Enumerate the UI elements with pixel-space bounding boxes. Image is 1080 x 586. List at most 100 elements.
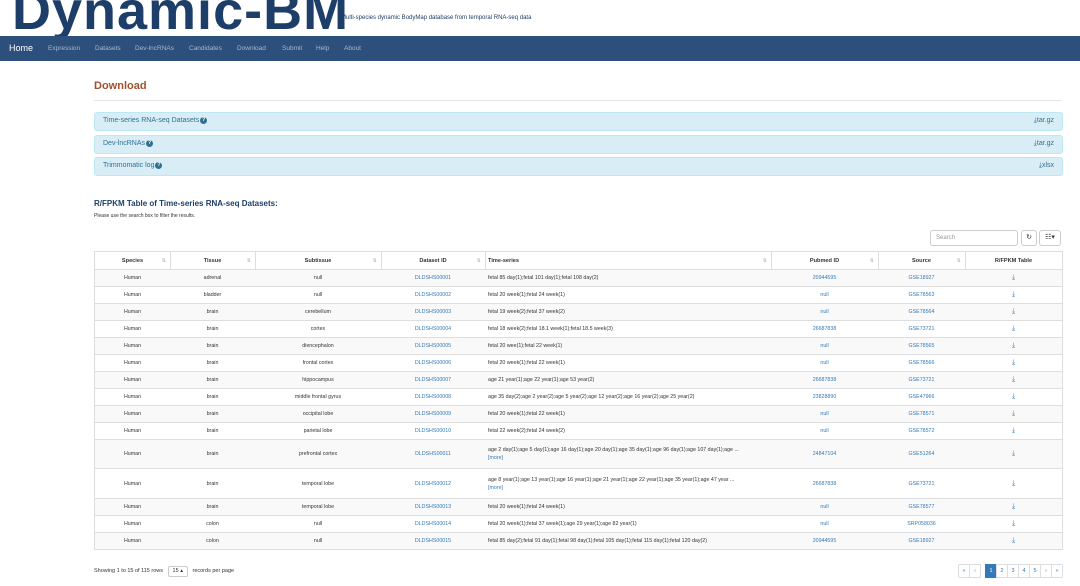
source-link[interactable]: GSE47966 — [909, 394, 935, 400]
source-link[interactable]: GSE51264 — [909, 451, 935, 457]
column-header-pubmed-id[interactable]: Pubmed ID ⇅ — [771, 252, 878, 269]
nav-download[interactable]: Download — [237, 36, 266, 61]
page-prev-button[interactable]: ‹ — [969, 564, 981, 578]
pubmed-id-link[interactable]: null — [820, 309, 828, 315]
download-tar-gz-link[interactable]: ⤓tar.gz — [1034, 117, 1054, 125]
download-icon[interactable]: ⤓ — [1012, 450, 1015, 458]
dataset-id-link[interactable]: DLDSHS00005 — [415, 343, 451, 349]
pubmed-id-link[interactable]: 26687838 — [813, 326, 837, 332]
source-link[interactable]: GSE73721 — [909, 377, 935, 383]
download-icon[interactable]: ⤓ — [1012, 393, 1015, 401]
download-panel-dev-lncrnas[interactable]: Dev-lncRNAs? ⤓tar.gz — [94, 135, 1063, 154]
nav-dev-lncrnas[interactable]: Dev-lncRNAs — [135, 36, 174, 61]
download-icon[interactable]: ⤓ — [1012, 376, 1015, 384]
search-input[interactable]: Search — [930, 230, 1018, 246]
dataset-id-link[interactable]: DLDSHS00003 — [415, 309, 451, 315]
download-icon[interactable]: ⤓ — [1012, 427, 1015, 435]
pubmed-id-link[interactable]: null — [820, 411, 828, 417]
refresh-button[interactable]: ↻ — [1021, 230, 1037, 246]
download-xlsx-link[interactable]: ⤓xlsx — [1039, 162, 1054, 170]
dataset-id-link[interactable]: DLDSHS00012 — [415, 481, 451, 487]
download-icon[interactable]: ⤓ — [1012, 325, 1015, 333]
source-link[interactable]: GSE73721 — [909, 481, 935, 487]
source-link[interactable]: GSE78577 — [909, 504, 935, 510]
pubmed-id-link[interactable]: null — [820, 521, 828, 527]
download-icon[interactable]: ⤓ — [1012, 359, 1015, 367]
dataset-id-link[interactable]: DLDSHS00014 — [415, 521, 451, 527]
cell-download: ⤓ — [965, 389, 1062, 405]
pubmed-id-link[interactable]: 23828890 — [813, 394, 837, 400]
nav-help[interactable]: Help — [316, 36, 329, 61]
source-link[interactable]: GSE18927 — [909, 538, 935, 544]
download-icon[interactable]: ⤓ — [1012, 308, 1015, 316]
download-icon[interactable]: ⤓ — [1012, 342, 1015, 350]
download-panel-time-series[interactable]: Time-series RNA-seq Datasets? ⤓tar.gz — [94, 112, 1063, 131]
site-logo[interactable]: Dynamic-BM — [12, 0, 349, 36]
source-link[interactable]: GSE78563 — [909, 292, 935, 298]
column-header-tissue[interactable]: Tissue ⇅ — [170, 252, 255, 269]
source-link[interactable]: SRP058036 — [907, 521, 936, 527]
column-header-source[interactable]: Source ⇅ — [878, 252, 965, 269]
column-header-time-series[interactable]: Time-series ⇅ — [485, 252, 771, 269]
help-icon[interactable]: ? — [200, 117, 208, 124]
source-link[interactable]: GSE78564 — [909, 309, 935, 315]
column-header-download[interactable]: R/FPKM Table — [965, 252, 1062, 269]
nav-home[interactable]: Home — [9, 36, 33, 61]
pubmed-id-link[interactable]: 20944595 — [813, 538, 837, 544]
source-link[interactable]: GSE73721 — [909, 326, 935, 332]
source-link[interactable]: GSE78571 — [909, 411, 935, 417]
sort-icon: ⇅ — [476, 257, 481, 264]
column-header-species[interactable]: Species ⇅ — [95, 252, 170, 269]
dataset-id-link[interactable]: DLDSHS00001 — [415, 275, 451, 281]
download-icon[interactable]: ⤓ — [1012, 537, 1015, 545]
download-icon[interactable]: ⤓ — [1012, 480, 1015, 488]
pubmed-id-link[interactable]: 26687838 — [813, 377, 837, 383]
columns-button[interactable]: ☷▾ — [1039, 230, 1061, 246]
download-icon[interactable]: ⤓ — [1012, 291, 1015, 299]
pubmed-id-link[interactable]: 24847104 — [813, 451, 837, 457]
download-icon[interactable]: ⤓ — [1012, 410, 1015, 418]
dataset-id-link[interactable]: DLDSHS00009 — [415, 411, 451, 417]
more-link[interactable]: [more] — [488, 485, 503, 491]
help-icon[interactable]: ? — [146, 140, 154, 147]
pubmed-id-link[interactable]: null — [820, 428, 828, 434]
dataset-id-link[interactable]: DLDSHS00011 — [415, 451, 451, 457]
column-header-subtissue[interactable]: Subtissue ⇅ — [255, 252, 381, 269]
download-icon[interactable]: ⤓ — [1012, 503, 1015, 511]
source-link[interactable]: GSE78572 — [909, 428, 935, 434]
cell-subtissue: null — [313, 292, 323, 298]
source-link[interactable]: GSE78566 — [909, 360, 935, 366]
dataset-id-link[interactable]: DLDSHS00008 — [415, 394, 451, 400]
download-tar-gz-link[interactable]: ⤓tar.gz — [1034, 140, 1054, 148]
nav-datasets[interactable]: Datasets — [95, 36, 121, 61]
pubmed-id-link[interactable]: 20944595 — [813, 275, 837, 281]
nav-about[interactable]: About — [344, 36, 361, 61]
pubmed-id-link[interactable]: null — [820, 360, 828, 366]
dataset-id-link[interactable]: DLDSHS00010 — [415, 428, 451, 434]
pubmed-id-link[interactable]: 26687838 — [813, 481, 837, 487]
dataset-id-link[interactable]: DLDSHS00013 — [415, 504, 451, 510]
nav-candidates[interactable]: Candidates — [189, 36, 222, 61]
pubmed-id-link[interactable]: null — [820, 343, 828, 349]
dataset-id-link[interactable]: DLDSHS00002 — [415, 292, 451, 298]
dataset-id-link[interactable]: DLDSHS00015 — [415, 538, 451, 544]
dataset-id-link[interactable]: DLDSHS00007 — [415, 377, 451, 383]
more-link[interactable]: [more] — [488, 455, 503, 461]
cell-tissue: bladder — [203, 292, 222, 298]
dataset-id-link[interactable]: DLDSHS00004 — [415, 326, 451, 332]
pubmed-id-link[interactable]: null — [820, 292, 828, 298]
nav-expression[interactable]: Expression — [48, 36, 80, 61]
help-icon[interactable]: ? — [155, 162, 163, 169]
dataset-id-link[interactable]: DLDSHS00006 — [415, 360, 451, 366]
nav-submit[interactable]: Submit — [282, 36, 302, 61]
source-link[interactable]: GSE18927 — [909, 275, 935, 281]
column-header-dataset-id[interactable]: Dataset ID ⇅ — [381, 252, 485, 269]
cell-dataset-id: DLDSHS00008 — [381, 389, 485, 405]
page-last-button[interactable]: » — [1051, 564, 1063, 578]
source-link[interactable]: GSE78565 — [909, 343, 935, 349]
download-icon[interactable]: ⤓ — [1012, 520, 1015, 528]
pubmed-id-link[interactable]: null — [820, 504, 828, 510]
download-icon[interactable]: ⤓ — [1012, 274, 1015, 282]
download-panel-trimmomatic[interactable]: Trimmomatic log? ⤓xlsx — [94, 157, 1063, 176]
per-page-select[interactable]: 15 ▴ — [167, 566, 188, 577]
